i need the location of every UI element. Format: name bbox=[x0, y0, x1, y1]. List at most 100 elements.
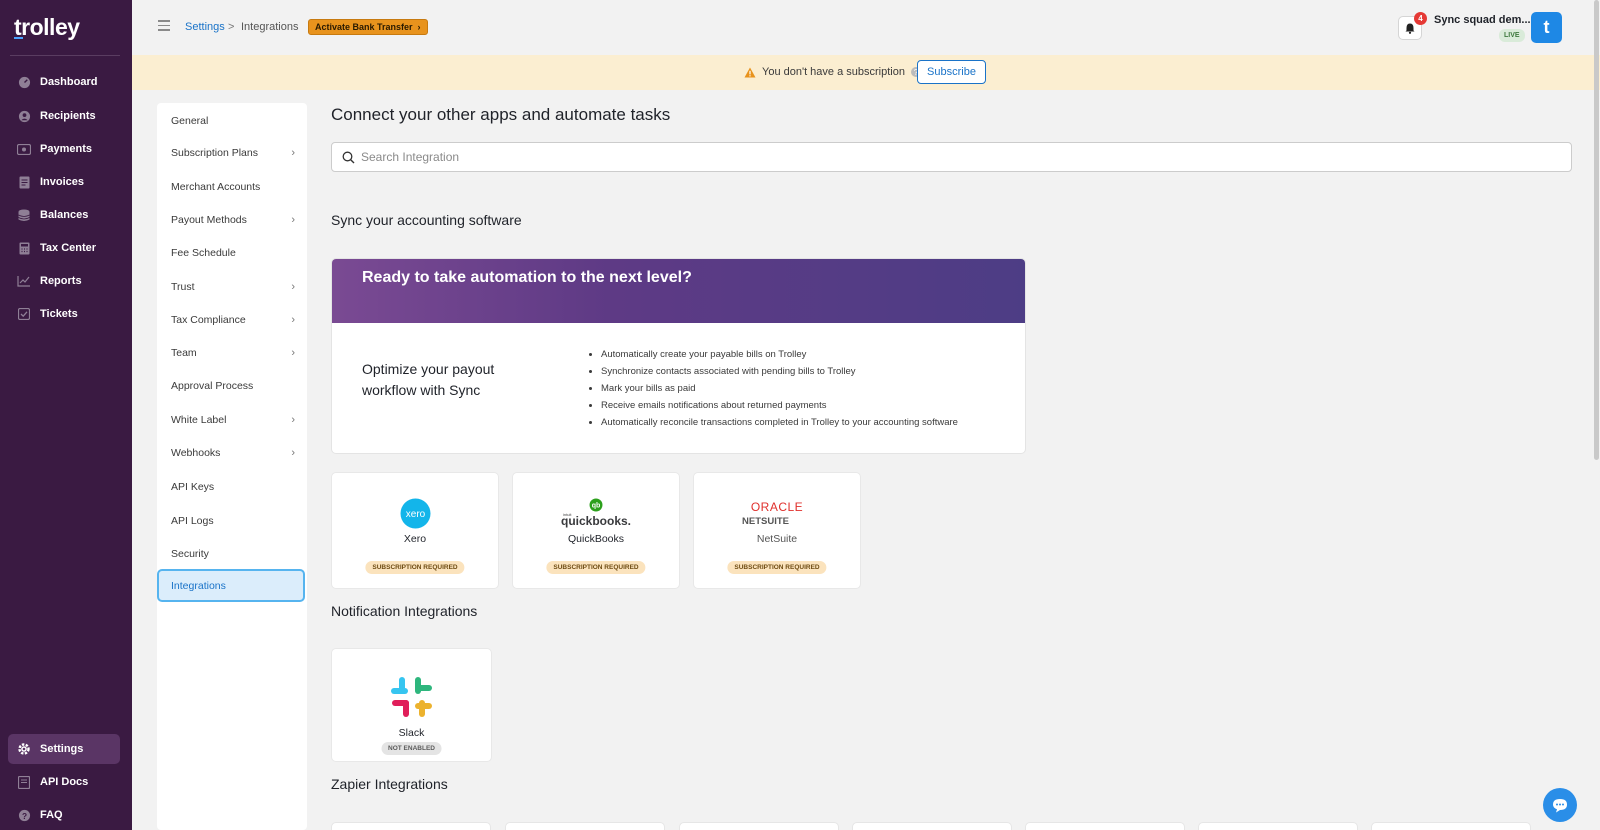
settings-nav-label: Tax Compliance bbox=[171, 314, 246, 326]
dashboard-icon bbox=[17, 75, 31, 89]
account-avatar[interactable]: t bbox=[1531, 12, 1562, 43]
sidebar-item-balances[interactable]: Balances bbox=[8, 200, 120, 230]
zapier-section-title: Zapier Integrations bbox=[331, 776, 448, 792]
chevron-right-icon: › bbox=[291, 214, 295, 226]
search-integration-field[interactable] bbox=[331, 142, 1572, 172]
banner-message: You don't have a subscription ? bbox=[744, 66, 921, 78]
zapier-card[interactable] bbox=[679, 822, 839, 830]
quickbooks-wordmark: quickbooks. bbox=[561, 514, 631, 528]
xero-logo-text: xero bbox=[405, 509, 425, 520]
settings-nav-item[interactable]: Trust › bbox=[171, 281, 295, 293]
zapier-card[interactable] bbox=[852, 822, 1012, 830]
promo-feature: Automatically create your payable bills … bbox=[601, 346, 958, 363]
promo-heading: Ready to take automation to the next lev… bbox=[362, 269, 692, 286]
zapier-card[interactable] bbox=[505, 822, 665, 830]
sidebar-item-recipients[interactable]: Recipients bbox=[8, 101, 120, 131]
hamburger-menu-icon[interactable] bbox=[158, 20, 170, 31]
sidebar-item-label: Tax Center bbox=[40, 242, 97, 254]
money-icon bbox=[17, 142, 31, 156]
integration-card-netsuite[interactable]: ORACLE NETSUITE NetSuite SUBSCRIPTION RE… bbox=[693, 472, 861, 589]
sidebar-item-dashboard[interactable]: Dashboard bbox=[8, 67, 120, 97]
settings-nav-item[interactable]: Approval Process bbox=[171, 380, 295, 392]
subscription-required-badge: SUBSCRIPTION REQUIRED bbox=[546, 561, 646, 574]
settings-nav-item[interactable]: API Logs bbox=[171, 515, 295, 527]
xero-logo: xero bbox=[332, 498, 498, 529]
integration-card-quickbooks[interactable]: qb intuit quickbooks. QuickBooks SUBSCRI… bbox=[512, 472, 680, 589]
settings-nav-item[interactable]: Subscription Plans › bbox=[171, 147, 295, 159]
integration-name: NetSuite bbox=[756, 533, 798, 545]
sidebar-item-label: Tickets bbox=[40, 308, 78, 320]
zapier-card[interactable] bbox=[1198, 822, 1358, 830]
settings-nav-item[interactable]: Payout Methods › bbox=[171, 214, 295, 226]
database-icon bbox=[17, 208, 31, 222]
breadcrumb-settings[interactable]: Settings bbox=[185, 21, 225, 33]
settings-nav-label: Webhooks bbox=[171, 447, 221, 459]
settings-nav-item[interactable]: White Label › bbox=[171, 414, 295, 426]
chevron-right-icon: › bbox=[291, 147, 295, 159]
settings-nav-item[interactable]: Tax Compliance › bbox=[171, 314, 295, 326]
sidebar-item-payments[interactable]: Payments bbox=[8, 134, 120, 164]
bell-icon bbox=[1405, 23, 1415, 34]
calculator-icon bbox=[17, 241, 31, 255]
settings-nav-item[interactable]: Fee Schedule bbox=[171, 247, 295, 259]
activate-bank-transfer-button[interactable]: Activate Bank Transfer › bbox=[308, 19, 428, 35]
settings-nav-integrations[interactable]: Integrations bbox=[157, 569, 305, 602]
integration-card-xero[interactable]: xero Xero SUBSCRIPTION REQUIRED bbox=[331, 472, 499, 589]
sidebar-item-label: Payments bbox=[40, 143, 92, 155]
settings-nav-item[interactable]: API Keys bbox=[171, 481, 295, 493]
chat-support-button[interactable] bbox=[1543, 788, 1577, 822]
subscription-warning-banner: You don't have a subscription ? Subscrib… bbox=[132, 55, 1600, 90]
page-title: Connect your other apps and automate tas… bbox=[331, 105, 671, 124]
breadcrumb-current: Integrations bbox=[241, 21, 299, 33]
chart-line-icon bbox=[17, 274, 31, 288]
settings-nav-item[interactable]: Webhooks › bbox=[171, 447, 295, 459]
sidebar-item-label: Balances bbox=[40, 209, 89, 221]
search-icon bbox=[342, 151, 355, 163]
integration-name: Xero bbox=[403, 533, 427, 545]
sidebar-item-label: Settings bbox=[40, 743, 84, 755]
sidebar-item-faq[interactable]: ? FAQ bbox=[8, 800, 120, 830]
sidebar-item-reports[interactable]: Reports bbox=[8, 266, 120, 296]
integration-card-slack[interactable]: Slack NOT ENABLED bbox=[331, 648, 492, 762]
zapier-card[interactable] bbox=[1025, 822, 1185, 830]
settings-nav-label: Payout Methods bbox=[171, 214, 247, 226]
slack-logo bbox=[332, 675, 491, 719]
sidebar-divider bbox=[10, 55, 120, 56]
settings-nav-item[interactable]: Team › bbox=[171, 347, 295, 359]
not-enabled-badge: NOT ENABLED bbox=[381, 742, 442, 755]
sidebar-item-api-docs[interactable]: API Docs bbox=[8, 767, 120, 797]
chevron-right-icon: › bbox=[291, 281, 295, 293]
settings-nav-label: Approval Process bbox=[171, 380, 254, 392]
settings-nav-label: Fee Schedule bbox=[171, 247, 236, 259]
sidebar-item-label: Recipients bbox=[40, 110, 96, 122]
user-icon bbox=[17, 109, 31, 123]
promo-feature: Mark your bills as paid bbox=[601, 380, 958, 397]
chevron-right-icon: › bbox=[417, 22, 421, 32]
subscription-required-badge: SUBSCRIPTION REQUIRED bbox=[727, 561, 827, 574]
account-name[interactable]: Sync squad dem... bbox=[1434, 14, 1531, 26]
integration-name: QuickBooks bbox=[567, 533, 625, 545]
sidebar-item-tax-center[interactable]: Tax Center bbox=[8, 233, 120, 263]
quickbooks-logo: qb intuit quickbooks. bbox=[513, 498, 679, 528]
sidebar-item-settings[interactable]: Settings bbox=[8, 734, 120, 764]
main-sidebar: trolley Dashboard Recipients Payments In… bbox=[0, 0, 132, 830]
page-scrollbar[interactable] bbox=[1594, 0, 1599, 460]
sidebar-item-invoices[interactable]: Invoices bbox=[8, 167, 120, 197]
zapier-card[interactable] bbox=[331, 822, 491, 830]
document-icon bbox=[17, 175, 31, 189]
subscription-required-badge: SUBSCRIPTION REQUIRED bbox=[365, 561, 465, 574]
trolley-logo[interactable]: trolley bbox=[14, 14, 80, 41]
settings-nav-label: API Keys bbox=[171, 481, 215, 493]
chat-bubble-icon bbox=[1553, 798, 1567, 812]
gear-icon bbox=[17, 742, 31, 756]
chevron-right-icon: › bbox=[291, 314, 295, 326]
search-input[interactable] bbox=[361, 150, 1461, 164]
banner-text: You don't have a subscription bbox=[762, 66, 905, 78]
settings-nav-label: White Label bbox=[171, 414, 227, 426]
settings-nav-item[interactable]: Security bbox=[171, 548, 295, 560]
settings-nav-item[interactable]: General bbox=[171, 115, 295, 127]
sidebar-item-tickets[interactable]: Tickets bbox=[8, 299, 120, 329]
settings-nav-item[interactable]: Merchant Accounts bbox=[171, 181, 295, 193]
zapier-card[interactable] bbox=[1371, 822, 1531, 830]
subscribe-button[interactable]: Subscribe bbox=[917, 60, 986, 84]
